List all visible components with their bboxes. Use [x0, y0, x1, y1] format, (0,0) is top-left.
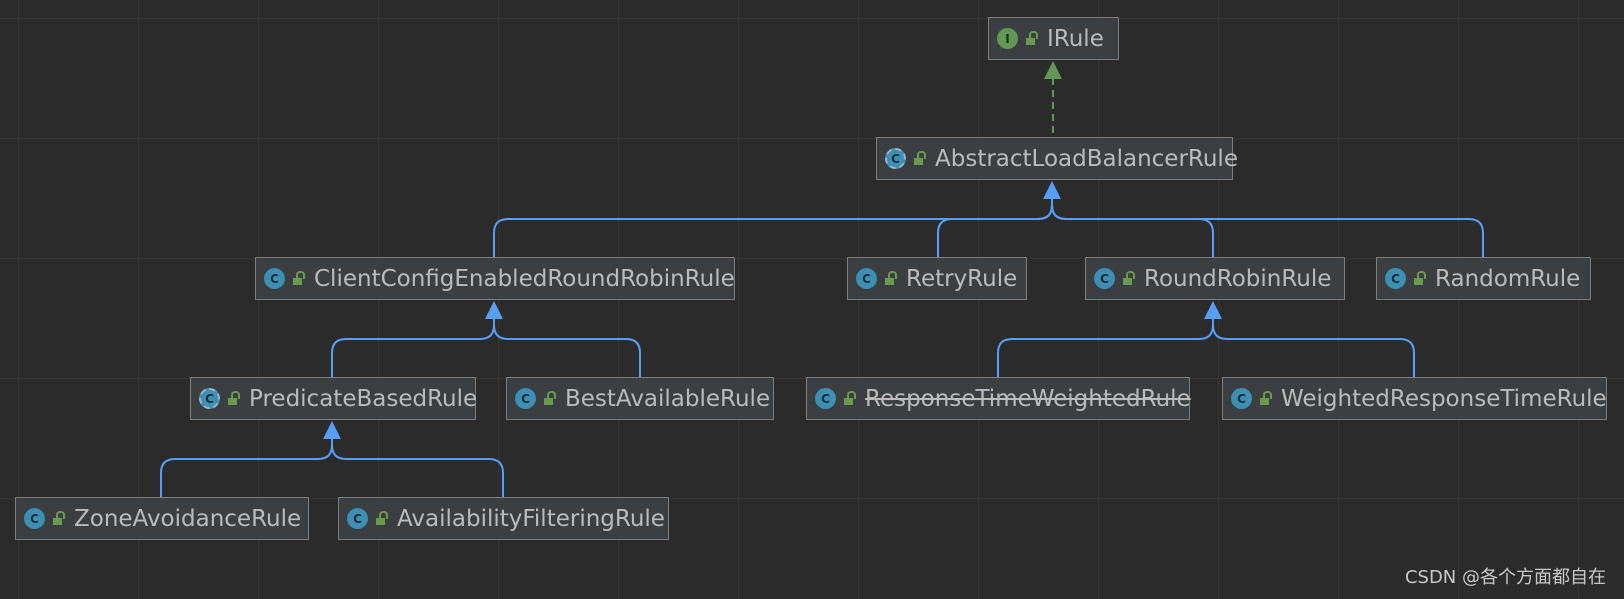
class-icon: C	[264, 268, 285, 289]
class-node-wrt[interactable]: C WeightedResponseTimeRule	[1222, 377, 1607, 420]
extends-edge	[1212, 318, 1415, 377]
public-access-icon	[844, 391, 856, 405]
class-name: RetryRule	[906, 265, 1018, 292]
extends-arrowhead	[1043, 181, 1061, 199]
interface-icon: I	[997, 28, 1018, 49]
class-icon: C	[24, 508, 45, 529]
class-icon: C	[347, 508, 368, 529]
class-node-rtw[interactable]: C ResponseTimeWeightedRule	[806, 377, 1191, 420]
class-icon: C	[815, 388, 836, 409]
abstract-icon: C	[199, 388, 220, 409]
public-access-icon	[1260, 391, 1272, 405]
class-node-avail[interactable]: C AvailabilityFilteringRule	[338, 497, 669, 540]
class-name: BestAvailableRule	[565, 385, 771, 412]
class-node-roundrobin[interactable]: C RoundRobinRule	[1085, 257, 1345, 300]
extends-edge	[493, 198, 1053, 257]
extends-arrowhead	[1204, 301, 1222, 319]
class-name: AvailabilityFilteringRule	[397, 505, 665, 532]
class-node-client[interactable]: C ClientConfigEnabledRoundRobinRule	[255, 257, 735, 300]
public-access-icon	[1414, 271, 1426, 285]
class-name: RandomRule	[1435, 265, 1581, 292]
class-name: ClientConfigEnabledRoundRobinRule	[314, 265, 735, 292]
class-name: ZoneAvoidanceRule	[74, 505, 302, 532]
extends-edge	[1051, 198, 1484, 257]
class-name: WeightedResponseTimeRule	[1281, 385, 1607, 412]
class-node-abstract[interactable]: C AbstractLoadBalancerRule	[876, 137, 1238, 180]
class-name: PredicateBasedRule	[249, 385, 478, 412]
class-node-zone[interactable]: C ZoneAvoidanceRule	[15, 497, 309, 540]
class-node-best[interactable]: C BestAvailableRule	[506, 377, 774, 420]
extends-arrowhead	[323, 421, 341, 439]
extends-arrowhead	[485, 301, 503, 319]
watermark: CSDN @各个方面都自在	[1404, 567, 1606, 588]
public-access-icon	[885, 271, 897, 285]
class-name: IRule	[1047, 25, 1104, 52]
public-access-icon	[1123, 271, 1135, 285]
class-icon: C	[515, 388, 536, 409]
abstract-icon: C	[885, 148, 906, 169]
class-icon: C	[1385, 268, 1406, 289]
class-name: ResponseTimeWeightedRule	[865, 385, 1191, 412]
public-access-icon	[53, 511, 65, 525]
public-access-icon	[544, 391, 556, 405]
extends-edge	[493, 318, 641, 377]
class-name: AbstractLoadBalancerRule	[935, 145, 1238, 172]
extends-edge	[331, 438, 504, 497]
class-icon: C	[1094, 268, 1115, 289]
class-icon: C	[1231, 388, 1252, 409]
extends-edge	[160, 438, 333, 497]
class-node-irule[interactable]: I IRule	[988, 17, 1119, 60]
extends-edge	[937, 198, 1053, 257]
public-access-icon	[228, 391, 240, 405]
class-icon: C	[856, 268, 877, 289]
extends-edge	[1051, 198, 1214, 257]
public-access-icon	[293, 271, 305, 285]
class-name: RoundRobinRule	[1144, 265, 1332, 292]
public-access-icon	[1026, 31, 1038, 45]
extends-edge	[331, 318, 495, 377]
class-node-random[interactable]: C RandomRule	[1376, 257, 1591, 300]
public-access-icon	[376, 511, 388, 525]
class-node-retry[interactable]: C RetryRule	[847, 257, 1027, 300]
public-access-icon	[914, 151, 926, 165]
extends-edge	[997, 318, 1214, 377]
implements-arrowhead	[1044, 61, 1062, 79]
class-node-predicate[interactable]: C PredicateBasedRule	[190, 377, 478, 420]
